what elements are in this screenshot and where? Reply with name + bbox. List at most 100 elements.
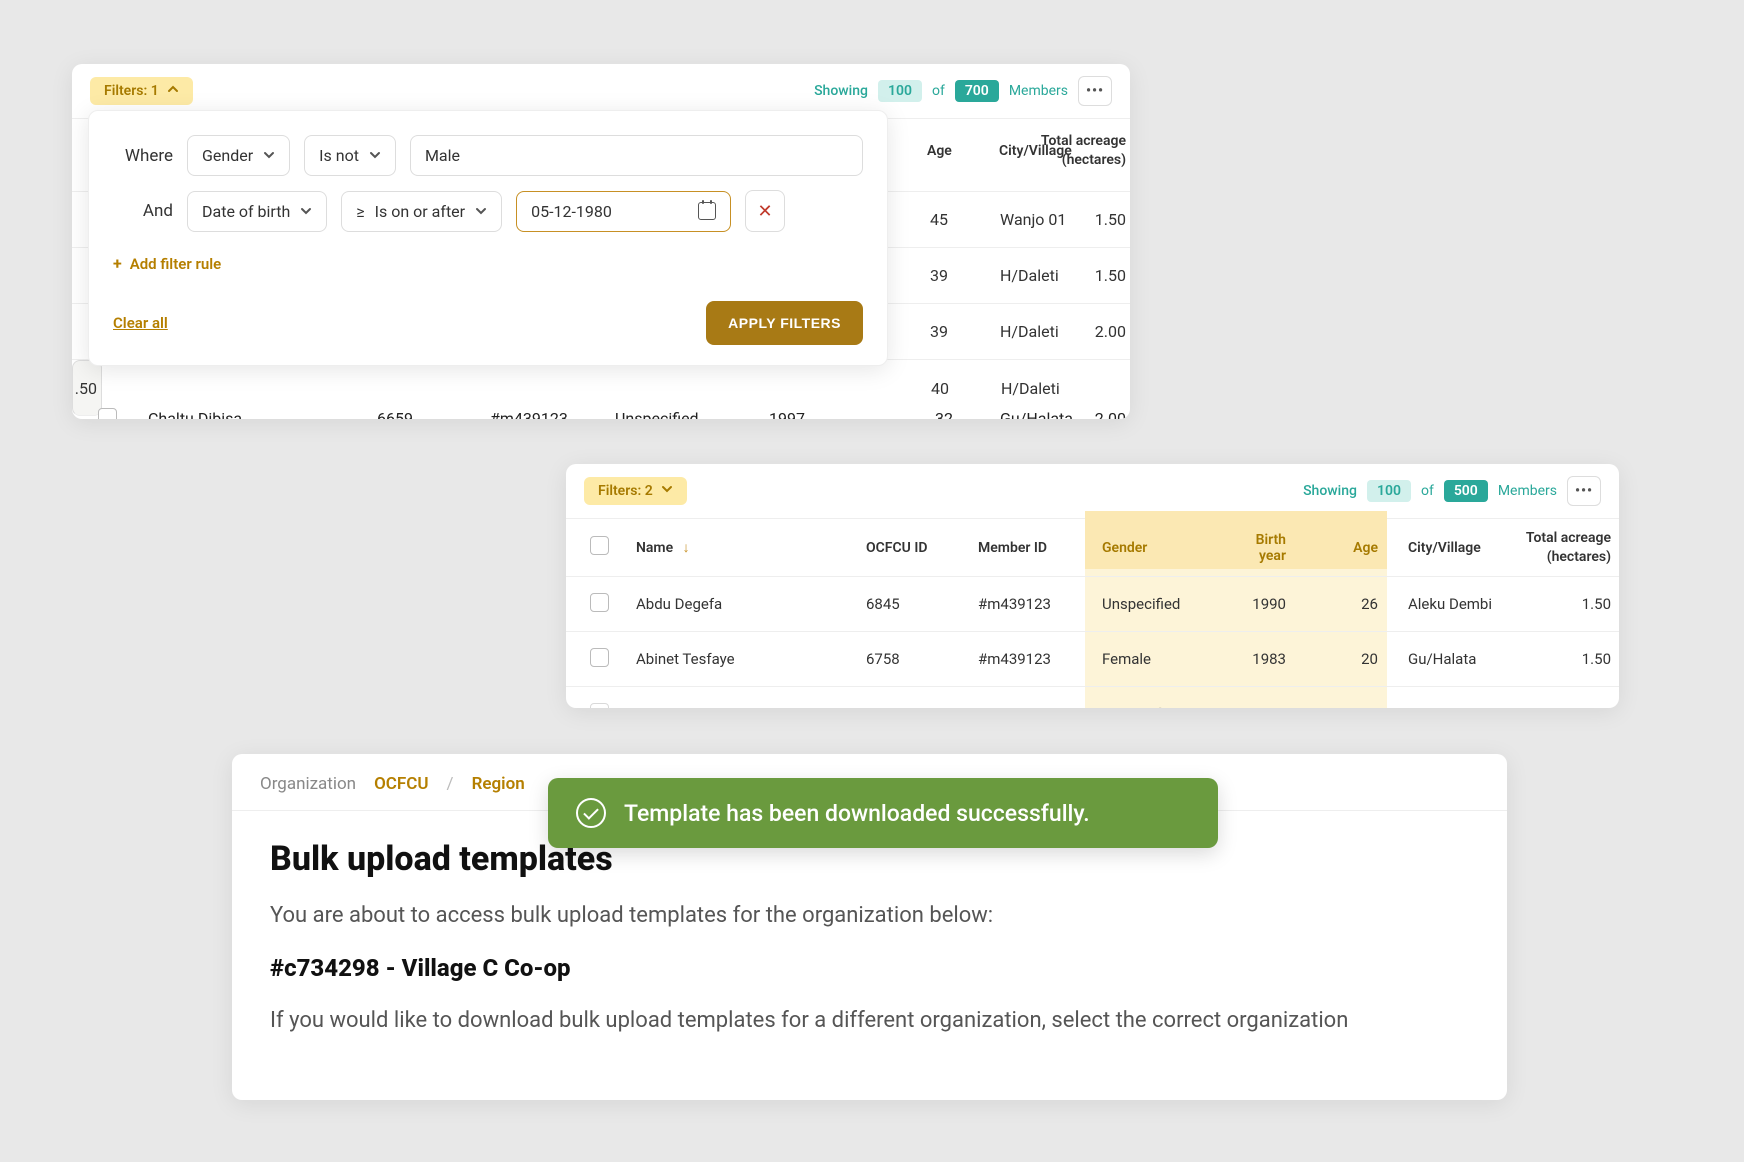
showing-total: 700 <box>955 80 999 102</box>
col-birth-year[interactable]: Birth year <box>1226 532 1286 564</box>
field-select[interactable]: Gender <box>187 135 290 176</box>
more-button[interactable]: ••• <box>1078 76 1112 106</box>
operator-select-value: Is not <box>319 146 359 165</box>
filter-rule-row: Where Gender Is not Male <box>113 135 863 176</box>
table-row[interactable]: Abdu Degefa 6845 #m439123 Unspecified 19… <box>566 577 1619 632</box>
crumb-organization: Organization <box>260 774 356 794</box>
cell-acre: 2.00 <box>1095 409 1126 419</box>
cell-name: Abraham Mohamed <box>636 705 768 708</box>
crumb-separator: / <box>447 774 454 794</box>
cell-acre: 1.50 <box>1582 650 1611 668</box>
cell-name: Abdu Degefa <box>636 595 722 613</box>
col-acreage-l1: Total acreage <box>1041 133 1126 149</box>
cell-byear: 1997 <box>769 409 805 419</box>
cell-acre: 1.50 <box>1095 210 1126 229</box>
cell-memid: #m439123 <box>490 409 568 419</box>
apply-filters-button[interactable]: APPLY FILTERS <box>706 301 863 345</box>
operator-select[interactable]: ≥ Is on or after <box>341 191 502 232</box>
cell-city: H/Daleti <box>1001 379 1060 398</box>
filters-chip-label: Filters: 2 <box>598 483 653 499</box>
more-button[interactable]: ••• <box>1567 476 1601 506</box>
cell-ocfcu: 6870 <box>866 705 900 708</box>
cell-age: 26 <box>1338 595 1378 613</box>
plus-icon: + <box>113 254 122 273</box>
cell-ocfcu: 6845 <box>866 595 900 613</box>
toast-message: Template has been downloaded successfull… <box>624 800 1090 827</box>
members-label: Members <box>1009 83 1068 99</box>
row-checkbox[interactable] <box>590 593 609 612</box>
row-checkbox[interactable] <box>590 648 609 667</box>
cell-age: 20 <box>1338 650 1378 668</box>
cell-city: H/Daleti <box>1000 266 1059 285</box>
col-acreage[interactable]: Total acreage (hectares) <box>1526 529 1611 565</box>
cell-city: Aleku Dembi <box>1408 595 1528 613</box>
field-select[interactable]: Date of birth <box>187 191 327 232</box>
table-row[interactable]: 40 H/Daleti 1.50 <box>72 360 102 416</box>
cell-city: Gu/Halata <box>1408 650 1528 668</box>
cell-byear: 1983 <box>1226 650 1286 668</box>
chevron-down-icon <box>369 146 381 165</box>
cell-memid: #m439123 <box>978 650 1051 668</box>
col-age[interactable]: Age <box>927 143 952 159</box>
value-input[interactable]: Male <box>410 135 863 176</box>
cell-memid: #m439123 <box>978 595 1051 613</box>
page-subtitle: You are about to access bulk upload temp… <box>270 903 1469 928</box>
filters-chip[interactable]: Filters: 1 <box>90 77 193 105</box>
panel3-content: Bulk upload templates You are about to a… <box>232 811 1507 1061</box>
showing-summary: Showing 100 of 500 Members ••• <box>1303 476 1601 506</box>
remove-rule-button[interactable]: ✕ <box>745 190 785 232</box>
where-label: Where <box>113 146 173 166</box>
cell-name: Abinet Tesfaye <box>636 650 735 668</box>
cell-city: Gu/Halata <box>1000 409 1073 419</box>
cell-byear: 1978 <box>1226 705 1286 708</box>
org-identifier: #c734298 - Village C Co-op <box>270 954 1469 982</box>
page-note: If you would like to download bulk uploa… <box>270 1008 1469 1033</box>
cell-age: 27 <box>1338 705 1378 708</box>
col-name-label: Name <box>636 540 673 556</box>
table-body: Abdu Degefa 6845 #m439123 Unspecified 19… <box>566 577 1619 708</box>
crumb-ocfcu[interactable]: OCFCU <box>374 774 428 794</box>
filters-chip-label: Filters: 1 <box>104 83 159 99</box>
col-acreage[interactable]: Total acreage (hectares) <box>1041 132 1126 168</box>
cell-ocfcu: 6659 <box>377 409 413 419</box>
col-acreage-l1: Total acreage <box>1526 530 1611 546</box>
operator-select[interactable]: Is not <box>304 135 396 176</box>
col-name[interactable]: Name ↓ <box>636 539 690 556</box>
cell-acre: 1.50 <box>72 379 97 398</box>
cell-ocfcu: 6758 <box>866 650 900 668</box>
cell-gender: Unspecified <box>615 409 699 419</box>
table-row[interactable]: Abraham Mohamed 6870 #m439123 Unspecifie… <box>566 687 1619 708</box>
date-input[interactable]: 05-12-1980 <box>516 191 731 232</box>
cell-age: 40 <box>931 379 949 398</box>
showing-count: 100 <box>1367 480 1411 502</box>
col-ocfcu[interactable]: OCFCU ID <box>866 540 927 556</box>
cell-memid: #m439123 <box>978 705 1051 708</box>
filter-builder-card: Where Gender Is not Male And Date of bir… <box>88 110 888 366</box>
showing-label: Showing <box>1303 483 1357 499</box>
row-checkbox[interactable] <box>590 703 609 709</box>
cell-byear: 1990 <box>1226 595 1286 613</box>
clear-all-button[interactable]: Clear all <box>113 314 168 332</box>
cell-age: 45 <box>930 210 948 229</box>
date-value: 05-12-1980 <box>531 202 612 221</box>
col-member-id[interactable]: Member ID <box>978 540 1047 556</box>
table-row[interactable]: Abinet Tesfaye 6758 #m439123 Female 1983… <box>566 632 1619 687</box>
showing-label: Showing <box>814 83 868 99</box>
filters-chip[interactable]: Filters: 2 <box>584 477 687 505</box>
close-icon: ✕ <box>758 201 773 222</box>
cell-acre: 1.50 <box>1582 595 1611 613</box>
col-acreage-l2: (hectares) <box>1547 549 1611 565</box>
col-city[interactable]: City/Village <box>1408 540 1528 556</box>
row-checkbox[interactable] <box>98 408 117 419</box>
crumb-region[interactable]: Region <box>472 774 525 794</box>
cell-city: Aleku <box>1408 705 1528 708</box>
field-select-value: Date of birth <box>202 202 290 221</box>
filter-footer: Clear all APPLY FILTERS <box>113 301 863 345</box>
table-row[interactable]: Chaltu Dibisa 6659 #m439123 Unspecified … <box>72 414 1130 419</box>
cell-city: H/Daleti <box>1000 322 1059 341</box>
col-gender[interactable]: Gender <box>1102 540 1147 556</box>
select-all-checkbox[interactable] <box>590 536 609 555</box>
col-age[interactable]: Age <box>1338 540 1378 556</box>
of-label: of <box>932 83 945 99</box>
add-filter-rule-button[interactable]: + Add filter rule <box>113 254 221 273</box>
